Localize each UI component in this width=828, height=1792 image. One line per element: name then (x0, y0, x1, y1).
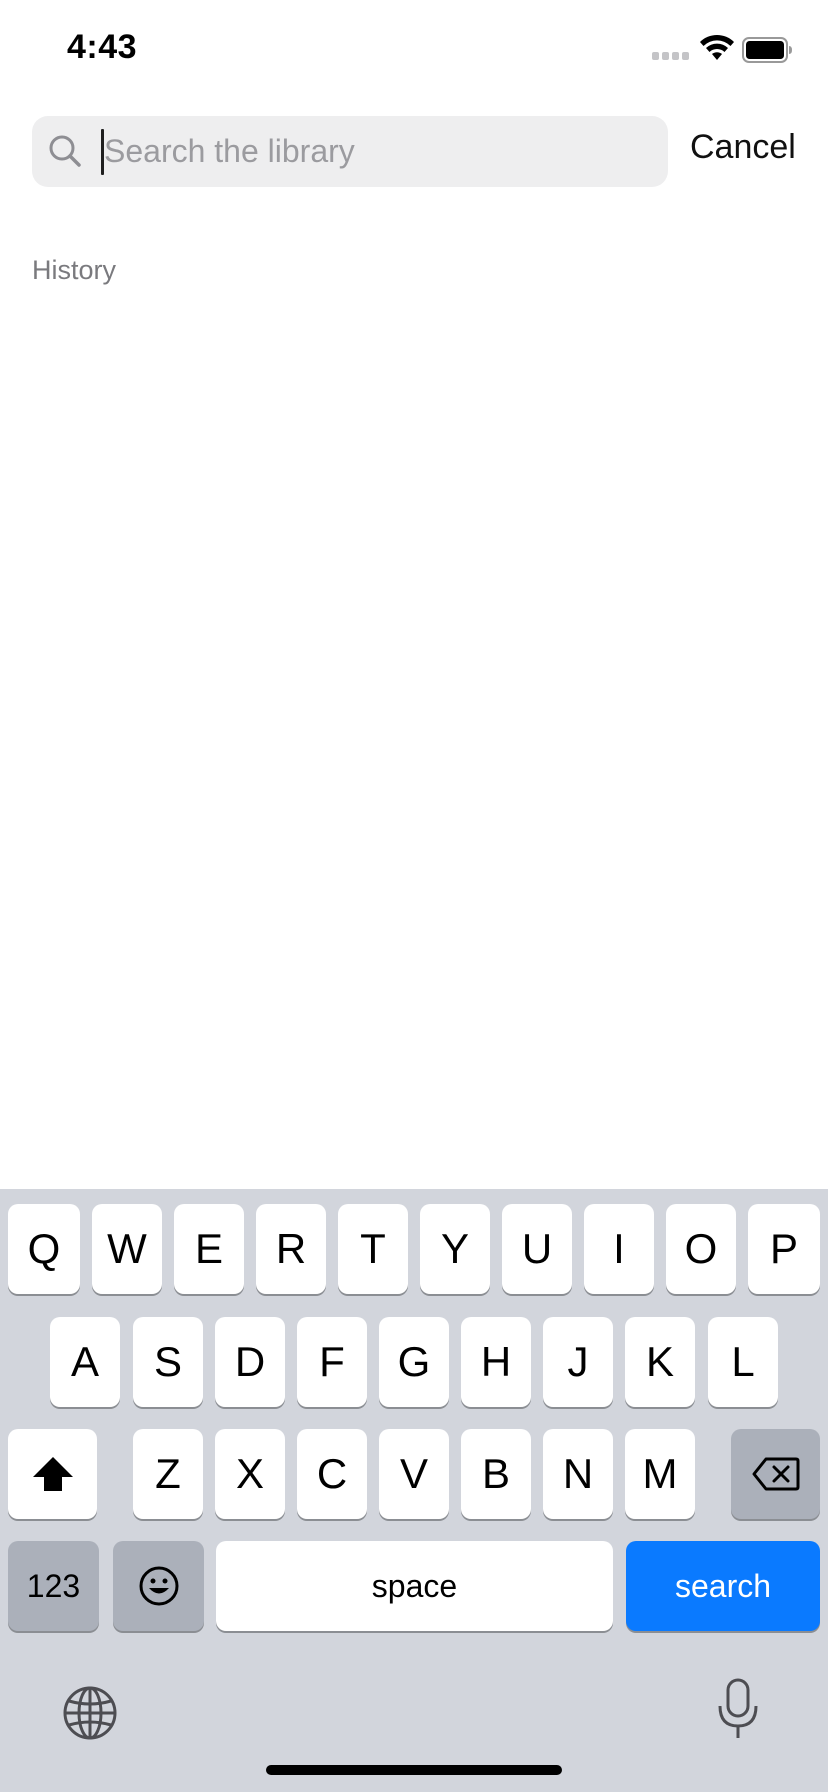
search-icon (49, 135, 81, 167)
search-input[interactable] (100, 116, 654, 187)
key-n[interactable]: N (543, 1429, 613, 1519)
keyboard-row-3: Z X C V B N M (0, 1429, 828, 1519)
key-k[interactable]: K (625, 1317, 695, 1407)
shift-icon (32, 1457, 73, 1491)
key-j[interactable]: J (543, 1317, 613, 1407)
home-indicator (266, 1765, 562, 1775)
key-o[interactable]: O (666, 1204, 736, 1294)
cellular-signal-icon (652, 52, 692, 62)
key-f[interactable]: F (297, 1317, 367, 1407)
key-e[interactable]: E (174, 1204, 244, 1294)
key-a[interactable]: A (50, 1317, 120, 1407)
key-q[interactable]: Q (8, 1204, 80, 1294)
key-g[interactable]: G (379, 1317, 449, 1407)
text-cursor (101, 129, 104, 175)
key-l[interactable]: L (708, 1317, 778, 1407)
key-d[interactable]: D (215, 1317, 285, 1407)
search-bar[interactable] (32, 116, 668, 187)
space-key[interactable]: space (216, 1541, 613, 1631)
battery-icon (742, 37, 792, 63)
keyboard-row-1: Q W E R T Y U I O P (0, 1204, 828, 1294)
backspace-key[interactable] (731, 1429, 820, 1519)
status-time: 4:43 (67, 28, 138, 66)
emoji-icon (139, 1566, 178, 1606)
key-t[interactable]: T (338, 1204, 408, 1294)
globe-icon[interactable] (62, 1685, 118, 1741)
key-x[interactable]: X (215, 1429, 285, 1519)
key-r[interactable]: R (256, 1204, 326, 1294)
key-i[interactable]: I (584, 1204, 654, 1294)
microphone-icon[interactable] (716, 1678, 760, 1742)
key-w[interactable]: W (92, 1204, 162, 1294)
keyboard-row-4: 123 space search (0, 1541, 828, 1631)
status-bar: 4:43 (0, 0, 828, 100)
keyboard: Q W E R T Y U I O P A S D F G H J K L Z … (0, 1189, 828, 1792)
key-b[interactable]: B (461, 1429, 531, 1519)
key-m[interactable]: M (625, 1429, 695, 1519)
key-u[interactable]: U (502, 1204, 572, 1294)
cancel-button[interactable]: Cancel (690, 128, 796, 167)
key-v[interactable]: V (379, 1429, 449, 1519)
key-z[interactable]: Z (133, 1429, 203, 1519)
history-heading: History (32, 255, 117, 285)
key-y[interactable]: Y (420, 1204, 490, 1294)
keyboard-row-2: A S D F G H J K L (0, 1317, 828, 1407)
key-p[interactable]: P (748, 1204, 820, 1294)
emoji-key[interactable] (113, 1541, 204, 1631)
backspace-icon (752, 1457, 799, 1491)
key-s[interactable]: S (133, 1317, 203, 1407)
shift-key[interactable] (8, 1429, 97, 1519)
wifi-icon (700, 34, 734, 60)
key-c[interactable]: C (297, 1429, 367, 1519)
key-h[interactable]: H (461, 1317, 531, 1407)
search-key[interactable]: search (626, 1541, 820, 1631)
numbers-key[interactable]: 123 (8, 1541, 99, 1631)
